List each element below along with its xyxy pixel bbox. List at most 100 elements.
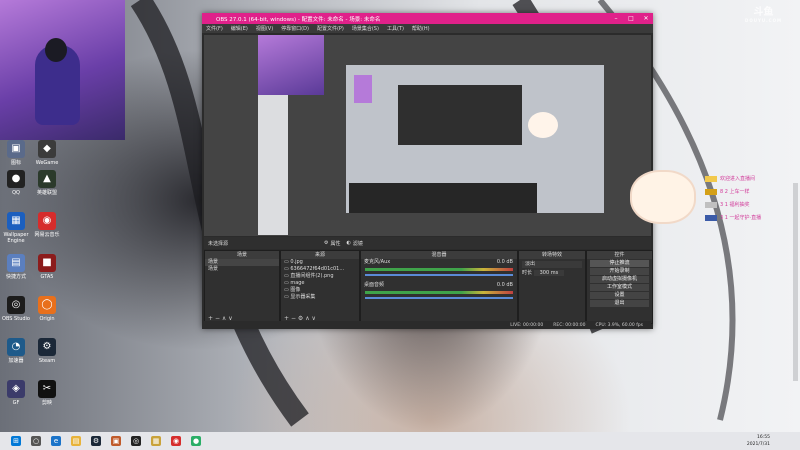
obs-icon[interactable]: ◎ (131, 436, 141, 446)
start-icon[interactable]: ⊞ (11, 436, 21, 446)
filter-icon[interactable]: ◐ (347, 240, 351, 246)
wallpaper-icon: ▦ (7, 212, 25, 230)
preview-nested-mixer (349, 183, 537, 213)
studio-mode-button[interactable]: 工作室模式 (590, 284, 649, 291)
controls-header: 控件 (587, 251, 652, 259)
duration-input[interactable]: 300 ms (533, 270, 565, 276)
desktop-icon-origin[interactable]: ◯ Origin (33, 296, 61, 322)
transition-duration: 时长 300 ms (519, 270, 585, 277)
desktop-icon-5[interactable]: ◉ 网易云音乐 (33, 212, 61, 238)
steam-icon[interactable]: ⚙ (91, 436, 101, 446)
menu-tools[interactable]: 工具(T) (387, 25, 404, 32)
file-explorer-icon[interactable]: ▤ (71, 436, 81, 446)
mixer-track: 桌面音频 0.0 dB (361, 282, 517, 289)
desktop-icon-label: 剪映 (41, 400, 52, 406)
source-item[interactable]: ▭ 6366472f64d01c01... (281, 266, 359, 273)
duration-label: 时长 (522, 270, 533, 276)
exit-button[interactable]: 退出 (590, 300, 649, 307)
user-badge-icon (705, 201, 717, 208)
desktop-icon-4[interactable]: ▦ Wallpaper Engine (2, 212, 30, 244)
track-name: 桌面音频 (364, 282, 385, 288)
sources-header: 来源 (281, 251, 359, 259)
source-item[interactable]: ▭ 图像 (281, 287, 359, 294)
audio-meter (365, 291, 513, 294)
obs-title-bar[interactable]: OBS 27.0.1 (64-bit, windows) - 配置文件: 未命名… (202, 13, 653, 24)
properties-button[interactable]: 属性 (331, 240, 341, 247)
source-item[interactable]: ▭ 直播间组件(2).png (281, 273, 359, 280)
close-icon[interactable]: ✕ (639, 13, 653, 24)
desktop-icon-qq[interactable]: ● QQ (2, 170, 30, 196)
origin-icon: ◯ (38, 296, 56, 314)
virtual-camera-button[interactable]: 启动虚拟摄像机 (590, 276, 649, 283)
stop-streaming-button[interactable]: 停止推流 (590, 260, 649, 267)
source-label: mage (290, 280, 305, 286)
obs-preview[interactable] (204, 35, 651, 236)
desktop-icon-label: 图标 (10, 160, 21, 166)
track-db: 0.0 dB (496, 282, 513, 288)
settings-button[interactable]: 设置 (590, 292, 649, 299)
source-item[interactable]: ▭ mage (281, 280, 359, 287)
chat-message: 欢迎进入直播间 (705, 175, 761, 182)
source-item[interactable]: ▭ 显示器采集 (281, 294, 359, 301)
menu-file[interactable]: 文件(F) (206, 25, 223, 32)
desktop-icon-2[interactable]: ◆ WeGame (33, 140, 61, 166)
menu-edit[interactable]: 编辑(E) (231, 25, 248, 32)
controls-dock: 控件 停止推流 开始录制 启动虚拟摄像机 工作室模式 设置 退出 (586, 250, 653, 324)
netease-icon: ◉ (38, 212, 56, 230)
desktop-icon-label: 英雄联盟 (36, 190, 57, 196)
desktop-icon-1[interactable]: ▣ 图标 (2, 140, 30, 166)
netease-icon[interactable]: ◉ (171, 436, 181, 446)
menu-help[interactable]: 帮助(H) (412, 25, 430, 32)
desktop-icon-6[interactable]: ▤ 快捷方式 (2, 254, 30, 280)
app-icon[interactable]: ▦ (151, 436, 161, 446)
scenes-dock: 场景 场景 场景 + − ∧ ∨ (204, 250, 280, 324)
game-icon[interactable]: ▣ (111, 436, 121, 446)
game-icon: ▣ (7, 140, 25, 158)
volume-slider[interactable] (365, 297, 513, 299)
audio-meter (365, 268, 513, 271)
preview-webcam (258, 35, 324, 95)
preview-nested-webcam (354, 75, 372, 103)
mixer-dock: 混音器 麦克风/Aux 0.0 dB 桌面音频 0.0 dB (360, 250, 518, 324)
desktop-icon-label: OBS Studio (2, 316, 30, 322)
scene-item[interactable]: 场景 (205, 259, 279, 266)
desktop-icon-label: GF (12, 400, 20, 406)
scrollbar[interactable] (793, 183, 798, 381)
source-item[interactable]: ▭ 0.jpg (281, 259, 359, 266)
menu-view[interactable]: 视图(V) (256, 25, 273, 32)
desktop-icon-8[interactable]: ◔ 加速器 (2, 338, 30, 364)
desktop-icon-3[interactable]: ▲ 英雄联盟 (33, 170, 61, 196)
sources-dock: 来源 ▭ 0.jpg ▭ 6366472f64d01c01... ▭ 直播间组件… (280, 250, 360, 324)
maximize-icon[interactable]: □ (624, 13, 638, 24)
menu-scene-collection[interactable]: 场景集合(S) (352, 25, 379, 32)
menu-profile[interactable]: 配置文件(P) (317, 25, 344, 32)
desktop-icon-steam[interactable]: ⚙ Steam (33, 338, 61, 364)
source-label: 显示器采集 (290, 294, 316, 300)
mixer-header: 混音器 (361, 251, 517, 259)
system-clock[interactable]: 16:55 2021/7/31 (747, 434, 770, 448)
taskbar: ⊞ ○ e ▤ ⚙ ▣ ◎ ▦ ◉ ● 16:55 2021/7/31 (0, 432, 800, 450)
filters-button[interactable]: 滤镜 (353, 240, 363, 247)
track-db: 0.0 dB (496, 259, 513, 265)
desktop-icon-9[interactable]: ◈ GF (2, 380, 30, 406)
start-recording-button[interactable]: 开始录制 (590, 268, 649, 275)
edge-icon[interactable]: e (51, 436, 61, 446)
minimize-icon[interactable]: – (609, 13, 623, 24)
gear-icon[interactable]: ⚙ (324, 240, 328, 246)
preview-nested-obs (398, 85, 522, 145)
transition-select[interactable]: 淡出 (522, 261, 582, 268)
menu-docks[interactable]: 停靠窗口(D) (281, 25, 309, 32)
wechat-icon[interactable]: ● (191, 436, 201, 446)
scene-item[interactable]: 场景 (205, 266, 279, 273)
desktop-icon-7[interactable]: ■ GTA5 (33, 254, 61, 280)
desktop-icon-label: 加速器 (8, 358, 24, 364)
search-icon[interactable]: ○ (31, 436, 41, 446)
chat-overlay: 欢迎进入直播间 8 2 上车一样 3 1 福利抽奖 3 1 一起守护·直播 (705, 175, 761, 221)
volume-slider[interactable] (365, 274, 513, 276)
desktop-icon-capcut[interactable]: ✂ 剪映 (33, 380, 61, 406)
desktop-icon-obs[interactable]: ◎ OBS Studio (2, 296, 30, 322)
steam-icon: ⚙ (38, 338, 56, 356)
desktop-icon-label: Wallpaper Engine (3, 232, 29, 244)
preview-desktop-icons (258, 95, 288, 235)
obs-window[interactable]: OBS 27.0.1 (64-bit, windows) - 配置文件: 未命名… (202, 13, 653, 329)
